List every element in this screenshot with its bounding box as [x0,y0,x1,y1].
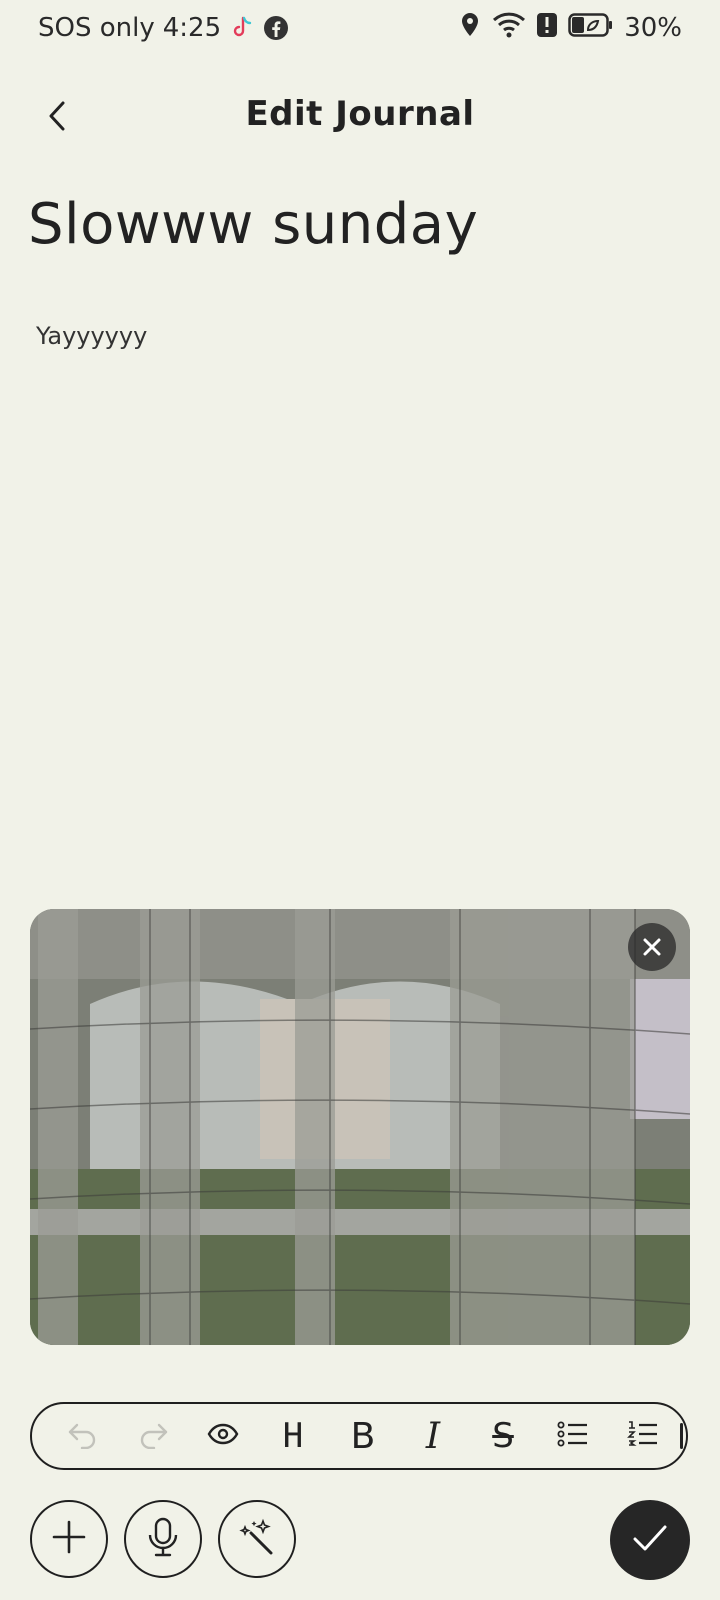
battery-percent: 30% [624,13,682,43]
journal-title-field[interactable]: Slowww sunday [28,192,478,257]
preview-button[interactable] [188,1404,258,1468]
status-bar: SOS only 4:25 30% [0,0,720,56]
redo-button[interactable] [118,1404,188,1468]
numbered-list-icon [627,1420,659,1452]
formatting-toolbar: H B I S [30,1402,688,1470]
magic-wand-icon [237,1517,277,1561]
alert-icon [536,12,558,45]
magic-assist-button[interactable] [218,1500,296,1578]
numbered-list-button[interactable] [608,1404,678,1468]
bold-button[interactable]: B [328,1404,398,1468]
photo-image [30,909,690,1345]
undo-icon [67,1419,99,1453]
italic-icon: I [425,1415,441,1457]
microphone-icon [147,1517,179,1561]
journal-body-field[interactable]: Yayyyyyy [36,322,147,350]
checkmark-icon [632,1523,668,1557]
italic-button[interactable]: I [398,1404,468,1468]
carrier-text: SOS only [38,13,155,43]
status-left: SOS only 4:25 [38,10,289,46]
preview-eye-icon [207,1423,239,1449]
heading-icon: H [282,1416,304,1456]
strikethrough-button[interactable]: S [468,1404,538,1468]
location-icon [458,11,482,46]
add-button[interactable] [30,1500,108,1578]
bold-icon: B [350,1415,376,1457]
facebook-icon [263,15,289,41]
voice-record-button[interactable] [124,1500,202,1578]
save-button[interactable] [610,1500,690,1580]
add-icon [51,1519,87,1559]
app-header: Edit Journal [0,80,720,156]
clock-text: 4:25 [162,13,222,43]
page-title: Edit Journal [245,94,475,134]
redo-icon [137,1419,169,1453]
toolbar-scroll-indicator [680,1423,683,1449]
tiktok-icon [229,15,255,41]
bullet-list-button[interactable] [538,1404,608,1468]
status-right: 30% [458,10,682,46]
attached-photo[interactable] [30,909,690,1345]
undo-button[interactable] [48,1404,118,1468]
strikethrough-icon: S [492,1416,514,1456]
close-icon [641,936,663,958]
wifi-icon [492,11,526,46]
battery-saver-icon [568,12,614,45]
bullet-list-icon [557,1421,589,1451]
heading-button[interactable]: H [258,1404,328,1468]
remove-photo-button[interactable] [628,923,676,971]
